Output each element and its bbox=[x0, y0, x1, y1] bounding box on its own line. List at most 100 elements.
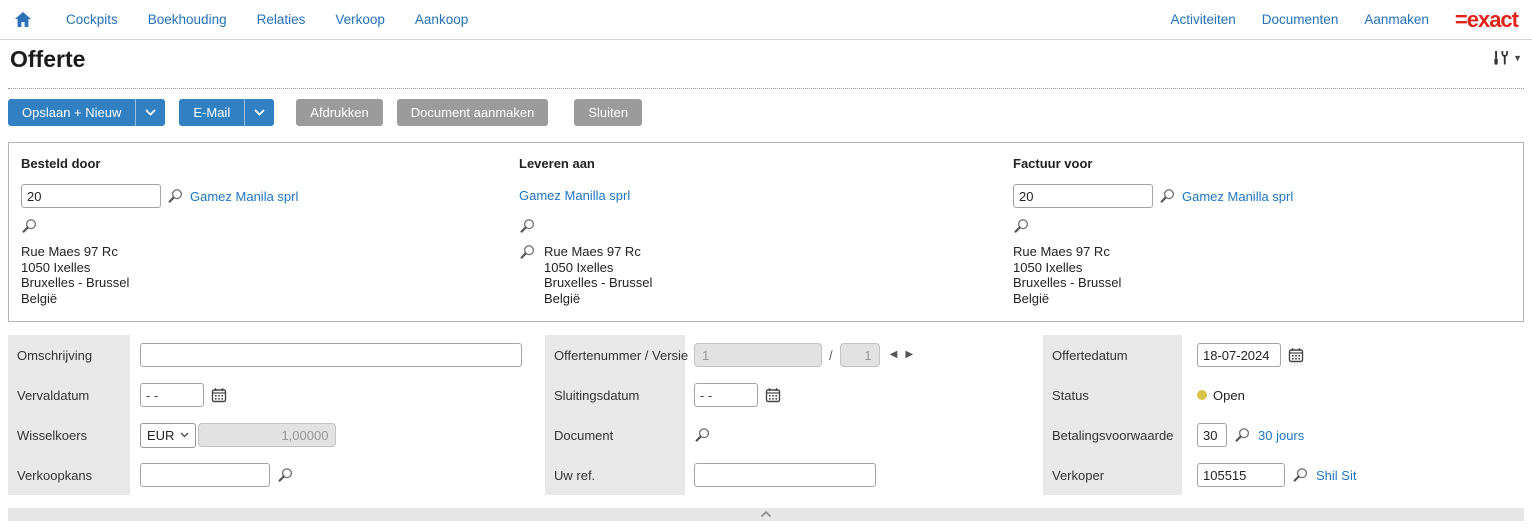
nav-item-cockpits[interactable]: Cockpits bbox=[66, 12, 118, 27]
search-icon[interactable] bbox=[277, 467, 294, 483]
previous-version-icon[interactable]: ◀ bbox=[890, 350, 898, 360]
calendar-icon[interactable] bbox=[765, 387, 781, 403]
payment-terms-input[interactable] bbox=[1197, 423, 1227, 447]
description-label: Omschrijving bbox=[17, 347, 93, 363]
search-icon[interactable] bbox=[1013, 218, 1030, 234]
status-open-indicator bbox=[1197, 390, 1207, 400]
salesperson-label: Verkoper bbox=[1052, 467, 1105, 483]
right-label-column: Offertedatum Status Betalingsvoorwaarde … bbox=[1043, 335, 1182, 495]
email-button-group: E-Mail bbox=[179, 99, 275, 126]
your-ref-label: Uw ref. bbox=[554, 467, 596, 483]
search-icon[interactable] bbox=[519, 244, 536, 306]
invoice-to-address: Rue Maes 97 Rc 1050 Ixelles Bruxelles - … bbox=[1013, 244, 1122, 306]
nav-item-relaties[interactable]: Relaties bbox=[257, 12, 306, 27]
payment-terms-link[interactable]: 30 jours bbox=[1258, 428, 1304, 443]
search-icon[interactable] bbox=[1159, 188, 1176, 204]
salesperson-link[interactable]: Shil Sit bbox=[1316, 468, 1356, 483]
invoice-to-section: Factuur voor Gamez Manilla sprl Rue Maes… bbox=[1013, 143, 1513, 321]
ordered-by-address: Rue Maes 97 Rc 1050 Ixelles Bruxelles - … bbox=[21, 244, 130, 306]
ordered-by-section: Besteld door Gamez Manila sprl Rue Maes … bbox=[21, 143, 501, 321]
search-icon[interactable] bbox=[519, 218, 536, 234]
title-separator bbox=[8, 88, 1524, 89]
print-button[interactable]: Afdrukken bbox=[296, 99, 383, 126]
search-icon[interactable] bbox=[167, 188, 184, 204]
currency-selected-value: EUR bbox=[147, 427, 175, 443]
invoice-to-account-link[interactable]: Gamez Manilla sprl bbox=[1182, 189, 1293, 204]
expiry-date-label: Vervaldatum bbox=[17, 387, 90, 403]
right-field-column: Open 30 jours Shil Sit bbox=[1197, 335, 1356, 495]
nav-left: Cockpits Boekhouding Relaties Verkoop Aa… bbox=[14, 11, 468, 28]
nav-item-aanmaken[interactable]: Aanmaken bbox=[1364, 12, 1429, 27]
chevron-down-icon: ▼ bbox=[1513, 53, 1522, 63]
calendar-icon[interactable] bbox=[1288, 347, 1304, 363]
top-navbar: Cockpits Boekhouding Relaties Verkoop Aa… bbox=[0, 0, 1532, 40]
chevron-down-icon bbox=[254, 109, 265, 116]
quote-number-value: 1 bbox=[694, 343, 822, 367]
section-title: Leveren aan bbox=[519, 156, 595, 171]
section-title: Besteld door bbox=[21, 156, 101, 171]
your-ref-input[interactable] bbox=[694, 463, 876, 487]
opportunity-label: Verkoopkans bbox=[17, 467, 93, 483]
middle-field-column: 1 / 1 ◀ ▶ bbox=[694, 335, 913, 495]
parties-panel: Besteld door Gamez Manila sprl Rue Maes … bbox=[8, 142, 1524, 322]
action-toolbar: Opslaan + Nieuw E-Mail Afdrukken Documen… bbox=[8, 99, 643, 126]
search-icon[interactable] bbox=[1292, 467, 1309, 483]
next-version-icon[interactable]: ▶ bbox=[905, 350, 913, 360]
salesperson-input[interactable] bbox=[1197, 463, 1285, 487]
nav-item-documenten[interactable]: Documenten bbox=[1262, 12, 1339, 27]
save-new-button-group: Opslaan + Nieuw bbox=[8, 99, 166, 126]
create-document-button[interactable]: Document aanmaken bbox=[396, 99, 549, 126]
chevron-down-icon bbox=[180, 432, 189, 438]
quote-date-label: Offertedatum bbox=[1052, 347, 1128, 363]
quote-date-input[interactable] bbox=[1197, 343, 1281, 367]
search-icon[interactable] bbox=[1234, 427, 1251, 443]
invoice-to-code-input[interactable] bbox=[1013, 184, 1153, 208]
nav-item-activiteiten[interactable]: Activiteiten bbox=[1171, 12, 1236, 27]
page-title: Offerte bbox=[10, 46, 86, 72]
exchange-rate-label: Wisselkoers bbox=[17, 427, 88, 443]
middle-label-column: Offertenummer / Versie Sluitingsdatum Do… bbox=[545, 335, 689, 495]
version-value: 1 bbox=[839, 343, 880, 367]
customize-menu-button[interactable]: ▼ bbox=[1491, 50, 1522, 66]
search-icon[interactable] bbox=[694, 427, 711, 443]
number-version-separator: / bbox=[829, 347, 833, 363]
nav-item-boekhouding[interactable]: Boekhouding bbox=[148, 12, 227, 27]
exchange-rate-value: 1,00000 bbox=[198, 423, 337, 447]
section-divider-bar bbox=[8, 508, 1524, 521]
section-title: Factuur voor bbox=[1013, 156, 1093, 171]
expiry-date-input[interactable] bbox=[140, 383, 204, 407]
payment-terms-label: Betalingsvoorwaarde bbox=[1052, 427, 1174, 443]
home-icon bbox=[14, 11, 32, 28]
nav-right: Activiteiten Documenten Aanmaken =exact bbox=[1171, 8, 1520, 31]
save-new-button[interactable]: Opslaan + Nieuw bbox=[8, 99, 136, 126]
tools-icon bbox=[1491, 50, 1509, 66]
closing-date-input[interactable] bbox=[694, 383, 758, 407]
left-field-column: EUR 1,00000 bbox=[140, 335, 522, 495]
deliver-to-section: Leveren aan Gamez Manilla sprl Rue Maes … bbox=[519, 143, 999, 321]
close-button[interactable]: Sluiten bbox=[574, 99, 643, 126]
version-navigation: ◀ ▶ bbox=[890, 350, 913, 360]
deliver-to-address: Rue Maes 97 Rc 1050 Ixelles Bruxelles - … bbox=[544, 244, 653, 306]
status-value: Open bbox=[1213, 387, 1245, 403]
calendar-icon[interactable] bbox=[211, 387, 227, 403]
offerte-page: Cockpits Boekhouding Relaties Verkoop Aa… bbox=[0, 0, 1532, 528]
document-label: Document bbox=[554, 427, 614, 443]
currency-select[interactable]: EUR bbox=[140, 422, 197, 448]
ordered-by-code-input[interactable] bbox=[21, 184, 161, 208]
left-label-column: Omschrijving Vervaldatum Wisselkoers Ver… bbox=[8, 335, 130, 495]
closing-date-label: Sluitingsdatum bbox=[554, 387, 640, 403]
nav-item-aankoop[interactable]: Aankoop bbox=[415, 12, 468, 27]
collapse-handle[interactable] bbox=[760, 511, 772, 518]
opportunity-input[interactable] bbox=[140, 463, 270, 487]
search-icon[interactable] bbox=[21, 218, 38, 234]
email-dropdown-button[interactable] bbox=[244, 99, 275, 126]
quote-number-label: Offertenummer / Versie bbox=[554, 347, 689, 363]
chevron-down-icon bbox=[145, 109, 157, 116]
home-button[interactable] bbox=[14, 11, 32, 28]
description-input[interactable] bbox=[140, 343, 522, 367]
deliver-to-account-link[interactable]: Gamez Manilla sprl bbox=[519, 188, 630, 203]
save-new-dropdown-button[interactable] bbox=[135, 99, 166, 126]
ordered-by-account-link[interactable]: Gamez Manila sprl bbox=[190, 189, 298, 204]
nav-item-verkoop[interactable]: Verkoop bbox=[335, 12, 385, 27]
email-button[interactable]: E-Mail bbox=[179, 99, 245, 126]
